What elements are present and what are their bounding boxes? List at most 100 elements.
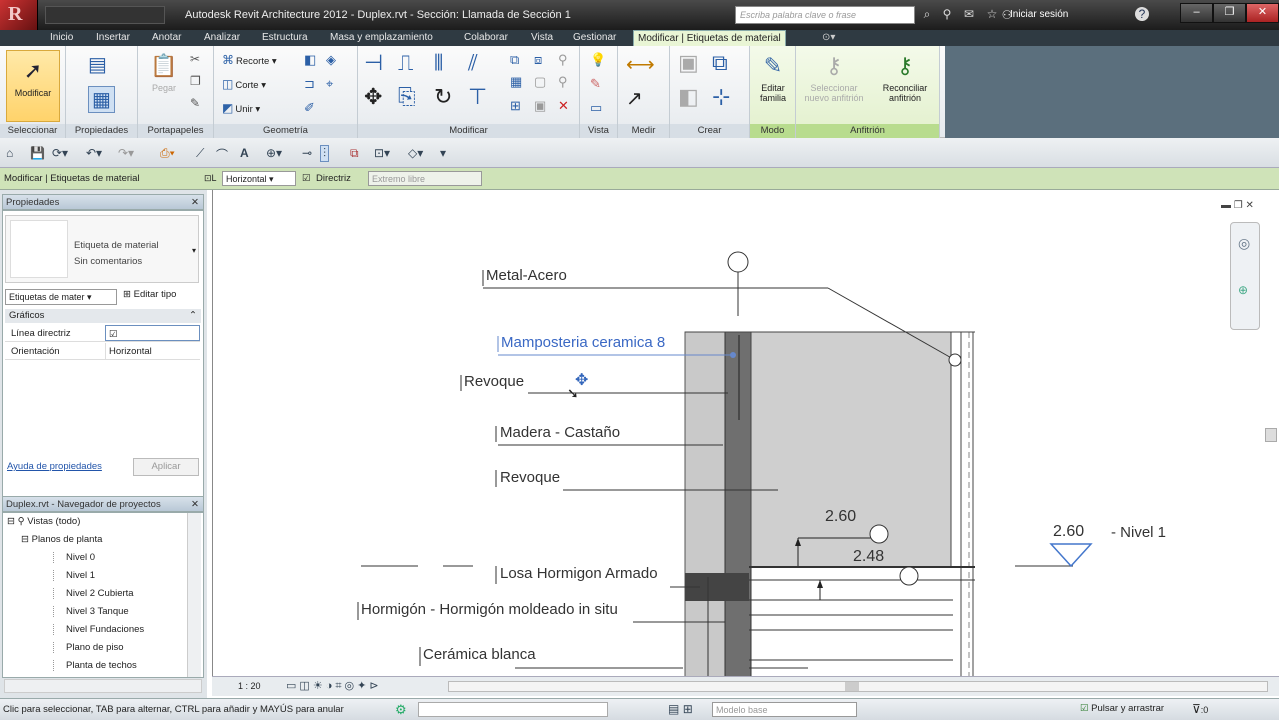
cut-geometry-button[interactable]: ⌘ Recorte ▾: [222, 53, 277, 67]
tab-masa[interactable]: Masa y emplazamiento: [330, 30, 433, 46]
trim-multiple-icon[interactable]: ⊞: [510, 98, 521, 114]
apply-button[interactable]: Aplicar: [133, 458, 199, 476]
reconcile-host-button[interactable]: ⚷ Reconciliar anfitrión: [872, 52, 938, 103]
design-option-select[interactable]: Modelo base: [712, 702, 857, 717]
tree-item[interactable]: Nivel 3 Tanque: [53, 606, 129, 617]
close-pane-icon[interactable]: ✕: [191, 195, 199, 211]
leader-end-select[interactable]: Extremo libre: [368, 171, 482, 186]
tab-inicio[interactable]: Inicio: [50, 30, 73, 46]
close-pane-icon[interactable]: ✕: [191, 497, 199, 513]
search-input[interactable]: Escriba palabra clave o frase: [735, 6, 915, 24]
tag-mamposteria-selected[interactable]: Mamposteria ceramica 8: [501, 334, 665, 351]
offset-icon[interactable]: ⎍: [398, 50, 413, 76]
close-icon[interactable]: ✕: [1246, 200, 1254, 211]
tag-ceramica[interactable]: Cerámica blanca: [423, 646, 536, 663]
create-similar-icon[interactable]: ⊹: [712, 84, 730, 110]
scrollbar-thumb[interactable]: [1265, 428, 1277, 442]
tag-metal-acero[interactable]: Metal-Acero: [486, 267, 567, 284]
trim-single-icon[interactable]: ▣: [534, 98, 546, 114]
edit-family-button[interactable]: ✎ Editar familia: [752, 52, 794, 103]
print-icon[interactable]: ⎙▾: [160, 146, 175, 161]
dimension-label[interactable]: 2.48: [853, 548, 884, 566]
tag-losa[interactable]: Losa Hormigon Armado: [500, 565, 658, 582]
press-drag-toggle[interactable]: ☑ Pulsar y arrastrar: [1080, 703, 1164, 714]
level-head-symbol[interactable]: [1049, 543, 1093, 568]
tree-item[interactable]: Plano de piso: [53, 642, 124, 653]
redo-icon[interactable]: ↷▾: [118, 146, 134, 160]
override-graphics-icon[interactable]: ✎: [590, 76, 601, 92]
design-options-icons[interactable]: ▤ ⊞: [668, 702, 693, 716]
section-icon[interactable]: ⊸: [302, 146, 312, 160]
modify-button[interactable]: ➚ Modificar: [6, 50, 60, 122]
pin-icon[interactable]: ⚲: [558, 52, 568, 68]
tree-item[interactable]: ⊟ Planos de planta: [21, 534, 102, 545]
save-icon[interactable]: 💾: [30, 146, 45, 160]
delete-icon[interactable]: ✕: [558, 98, 569, 114]
lightbulb-icon[interactable]: 💡: [590, 52, 606, 68]
zoom-icon[interactable]: ⊕: [1238, 283, 1248, 297]
match-type-icon[interactable]: ✎: [190, 96, 200, 110]
minimize-icon[interactable]: –: [1180, 3, 1213, 23]
text-icon[interactable]: A: [240, 146, 249, 160]
close-hidden-icon[interactable]: ⧉: [350, 146, 359, 161]
leader-grip[interactable]: [730, 352, 736, 358]
scrollbar-thumb[interactable]: [845, 682, 859, 691]
tree-item[interactable]: Nivel Fundaciones: [53, 624, 144, 635]
move-icon[interactable]: ✥: [364, 84, 382, 110]
unpin-icon[interactable]: ⚲: [558, 74, 568, 90]
level-name[interactable]: - Nivel 1: [1111, 524, 1166, 541]
array-icon[interactable]: ▦: [510, 74, 522, 90]
copy-element-icon[interactable]: ⎘: [398, 84, 416, 110]
aligned-dimension-icon[interactable]: ⌒: [216, 146, 228, 163]
level-elevation[interactable]: 2.60: [1053, 523, 1084, 541]
help-link[interactable]: Ayuda de propiedades: [7, 461, 102, 472]
mirror-draw-axis-icon[interactable]: ⫽: [468, 50, 478, 76]
scale-icon[interactable]: ▢: [534, 74, 546, 90]
view-control-icons[interactable]: ▭◫☀◑⌗◎✦⊳: [286, 679, 382, 693]
rotate-icon[interactable]: ↻: [434, 84, 452, 110]
binoculars-icon[interactable]: ⌕: [920, 7, 934, 21]
tab-insertar[interactable]: Insertar: [96, 30, 130, 46]
tree-item[interactable]: Planta de techos: [53, 660, 137, 671]
mirror-pick-axis-icon[interactable]: ⫴: [434, 50, 443, 76]
orientation-select[interactable]: Horizontal ▾: [222, 171, 296, 186]
dimension-icon[interactable]: ↗: [626, 86, 643, 111]
leader-checkbox[interactable]: ☑: [302, 173, 311, 184]
3d-view-icon[interactable]: ⊕▾: [266, 146, 282, 160]
paint-icon[interactable]: ◈: [326, 52, 336, 68]
restore-icon[interactable]: ❐: [1213, 3, 1246, 23]
tab-gestionar[interactable]: Gestionar: [573, 30, 616, 46]
property-value-checkbox[interactable]: ☑: [105, 325, 200, 341]
qat-menu-icon[interactable]: ▾: [440, 146, 446, 160]
measure-qat-icon[interactable]: ⟋: [196, 146, 204, 161]
property-value[interactable]: Horizontal: [105, 343, 200, 359]
edit-type-button[interactable]: ⊞ Editar tipo: [123, 289, 176, 300]
demolish-icon[interactable]: ⌖: [326, 76, 333, 92]
steering-wheel-icon[interactable]: ◎: [1238, 235, 1250, 252]
split-face-icon[interactable]: ◧: [304, 52, 316, 68]
tree-item[interactable]: Nivel 2 Cubierta: [53, 588, 134, 599]
close-icon[interactable]: ✕: [1246, 3, 1279, 23]
create-group-icon[interactable]: ▣: [678, 50, 699, 76]
tree-item[interactable]: Nivel 1: [53, 570, 95, 581]
tab-estructura[interactable]: Estructura: [262, 30, 308, 46]
help-icon[interactable]: ?: [1135, 7, 1149, 21]
tab-analizar[interactable]: Analizar: [204, 30, 240, 46]
login-link[interactable]: Iniciar sesión: [1010, 9, 1068, 20]
dimension-label[interactable]: 2.60: [825, 508, 856, 526]
cut-icon[interactable]: ✂: [190, 52, 200, 66]
horizontal-scrollbar[interactable]: [4, 679, 202, 693]
align-icon[interactable]: ⊣: [364, 50, 383, 76]
view-scale[interactable]: 1 : 20: [238, 681, 261, 691]
remove-paint-icon[interactable]: ✐: [304, 100, 315, 116]
category-select[interactable]: Etiquetas de mater ▾: [5, 289, 117, 305]
wall-joins-icon[interactable]: ⊐: [304, 76, 315, 92]
tag-madera[interactable]: Madera - Castaño: [500, 424, 620, 441]
type-selector[interactable]: Etiqueta de material Sin comentarios ▾: [5, 215, 199, 283]
open-icon[interactable]: ⌂: [6, 146, 13, 160]
star-icon[interactable]: ☆: [985, 7, 999, 21]
cope-button[interactable]: ◫ Corte ▾: [222, 77, 266, 91]
thin-lines-icon[interactable]: ⫶: [320, 145, 330, 162]
tree-item[interactable]: Nivel 0: [53, 552, 95, 563]
create-assembly-icon[interactable]: ◧: [678, 84, 699, 110]
